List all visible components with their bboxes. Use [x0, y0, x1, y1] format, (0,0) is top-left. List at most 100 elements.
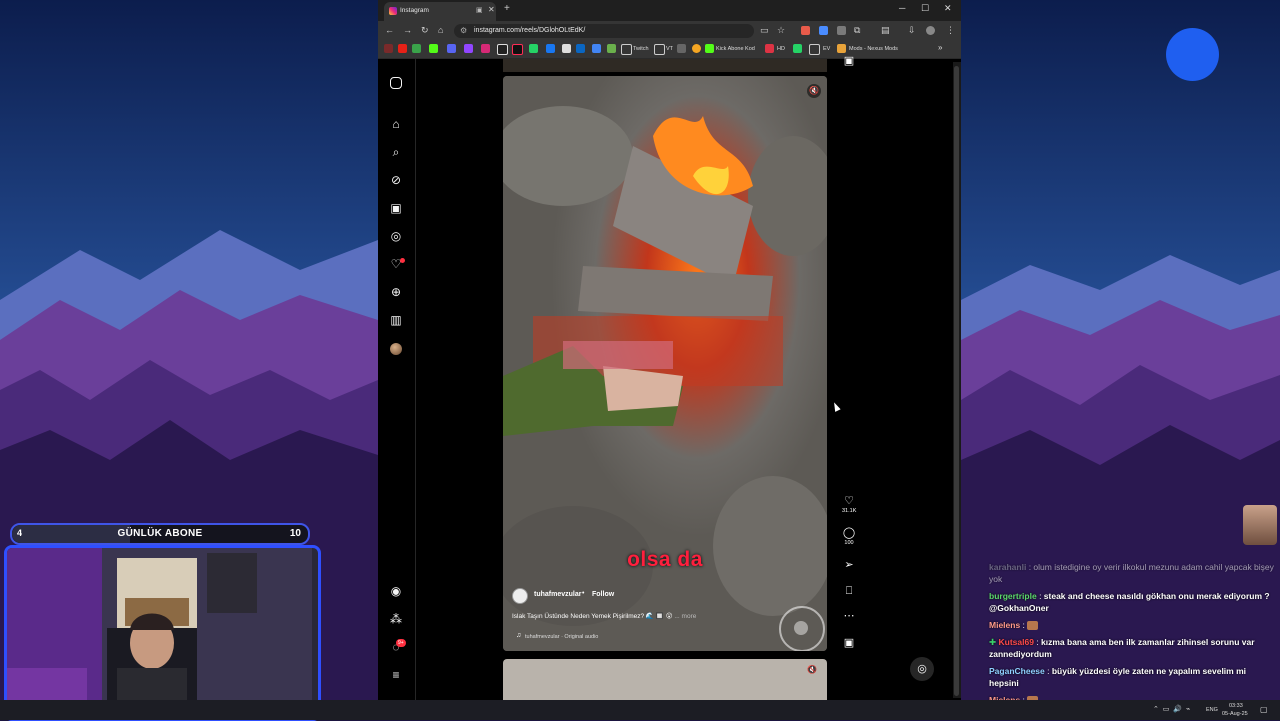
folder-icon[interactable]: [809, 44, 820, 55]
scrollbar-thumb[interactable]: [954, 66, 959, 696]
bookmark-translate-icon[interactable]: [592, 44, 601, 53]
bookmark-twitch[interactable]: Twitch: [633, 46, 649, 52]
mute-toggle-icon[interactable]: 🔇: [807, 84, 821, 98]
bookmark-tiktok-icon[interactable]: [512, 44, 523, 55]
bookmark-twitch-icon[interactable]: [464, 44, 473, 53]
messages-button[interactable]: ◎: [910, 657, 934, 681]
sidebar-toggle-icon[interactable]: ▤: [881, 25, 890, 36]
home-icon[interactable]: ⌂: [438, 25, 443, 35]
mute-toggle-icon[interactable]: 🔇: [807, 665, 817, 674]
extension-3-icon[interactable]: [837, 26, 846, 35]
save-action[interactable]: ⎕: [842, 585, 856, 597]
bookmark-green-icon[interactable]: [412, 44, 421, 53]
bookmark-youtube-icon[interactable]: [398, 44, 407, 53]
site-info-icon[interactable]: ⚙: [460, 26, 467, 35]
bookmark-android-icon[interactable]: [607, 44, 616, 53]
bookmark-kick-icon[interactable]: [429, 44, 438, 53]
reel-video[interactable]: 🔇 olsa da tuhafmevzular • Follow Islak T…: [503, 76, 827, 651]
input-language[interactable]: ENG: [1206, 707, 1218, 713]
also-from-meta-icon[interactable]: ⁂: [389, 612, 403, 626]
bookmarks-overflow-icon[interactable]: »: [938, 43, 942, 52]
comment-icon[interactable]: ◯: [842, 527, 856, 539]
new-tab-button[interactable]: +: [504, 3, 510, 14]
next-reel-preview[interactable]: 🔇: [503, 659, 827, 700]
bookmark-discord-icon[interactable]: [447, 44, 456, 53]
tab-media-icon[interactable]: ▣: [476, 6, 483, 14]
menu-icon[interactable]: ≡: [389, 668, 403, 682]
bookmark-linkedin-icon[interactable]: [576, 44, 585, 53]
close-window-icon[interactable]: ✕: [944, 3, 952, 14]
notification-center-icon[interactable]: ▢: [1260, 705, 1268, 714]
previous-reel-preview[interactable]: [503, 59, 827, 72]
heart-icon[interactable]: ♡: [842, 495, 856, 507]
more-options[interactable]: ⋯: [842, 610, 856, 622]
bookmark-misc-icon[interactable]: [677, 44, 686, 53]
author-username[interactable]: tuhafmevzular: [534, 591, 581, 598]
extensions-puzzle-icon[interactable]: ⧉: [854, 25, 860, 36]
goal-label: GÜNLÜK ABONE: [117, 528, 203, 539]
maximize-icon[interactable]: ☐: [921, 3, 929, 14]
bookmark-x-icon[interactable]: [497, 44, 508, 55]
profile-avatar[interactable]: [390, 343, 402, 355]
clock-time[interactable]: 03:33: [1229, 703, 1243, 709]
extension-1-icon[interactable]: [801, 26, 810, 35]
bookmark-coin-icon[interactable]: [692, 44, 701, 53]
clock-date[interactable]: 05-Aug-25: [1222, 711, 1248, 717]
dashboard-icon[interactable]: ▥: [389, 313, 403, 327]
audio-thumbnail-icon[interactable]: ▣: [842, 55, 856, 67]
instagram-logo-icon[interactable]: [390, 77, 402, 89]
minimize-icon[interactable]: ─: [899, 3, 905, 13]
home-icon[interactable]: ⌂: [389, 117, 403, 131]
comment-action[interactable]: ◯ 100: [842, 527, 856, 546]
more-link[interactable]: ... more: [674, 613, 696, 620]
close-tab-icon[interactable]: ✕: [488, 5, 495, 14]
page-scrollbar[interactable]: [953, 62, 961, 698]
bookmark-nexus-mods[interactable]: Mods - Nexus Mods: [849, 46, 898, 52]
bookmark-vt[interactable]: VT: [666, 46, 673, 52]
forward-icon[interactable]: →: [403, 25, 412, 35]
audio-page-thumbnail[interactable]: ▣: [842, 637, 856, 649]
search-icon[interactable]: ⌕: [389, 145, 403, 159]
bookmark-ev[interactable]: EV: [823, 46, 830, 52]
bookmark-kick-icon[interactable]: [705, 44, 714, 53]
tab-instagram[interactable]: Instagram ▣ ✕: [384, 2, 496, 21]
bookmark-instagram-icon[interactable]: [481, 44, 490, 53]
explore-icon[interactable]: ⊘: [389, 173, 403, 187]
more-dots-icon[interactable]: ⋯: [842, 610, 856, 622]
threads-icon[interactable]: ◉: [389, 584, 403, 598]
system-tray-icons[interactable]: ⌃ ▭ 🔊 ⌁: [1153, 705, 1190, 713]
reels-icon[interactable]: ▣: [389, 201, 403, 215]
share-paper-plane-icon[interactable]: ➢: [842, 559, 856, 571]
create-plus-icon[interactable]: ⊕: [389, 285, 403, 299]
bookmark-icon[interactable]: ⎕: [842, 585, 856, 597]
folder-icon[interactable]: [654, 44, 665, 55]
author-avatar[interactable]: [512, 588, 528, 604]
cast-icon[interactable]: ▭: [760, 25, 769, 36]
chat-message: Mielens :: [989, 619, 1277, 631]
bookmark-star-icon[interactable]: ☆: [777, 25, 785, 36]
address-bar[interactable]: ⚙ instagram.com/reels/DGlohOLtEdK/: [454, 24, 754, 38]
audio-attribution[interactable]: tuhafmevzular · Original audio: [525, 634, 598, 640]
audio-thumbnail-icon[interactable]: ▣: [842, 637, 856, 649]
extension-2-icon[interactable]: [819, 26, 828, 35]
download-icon[interactable]: ⇩: [908, 25, 916, 36]
share-action[interactable]: ➢: [842, 559, 856, 571]
browser-menu-icon[interactable]: ⋮: [946, 25, 955, 36]
windows-taskbar: ⌃ ▭ 🔊 ⌁ ENG 03:33 05-Aug-25 ▢: [0, 700, 1280, 720]
bookmark-hd[interactable]: HD: [777, 46, 785, 52]
bookmark-facebook-icon[interactable]: [546, 44, 555, 53]
bookmark-whatsapp-icon[interactable]: [793, 44, 802, 53]
bookmark-whatsapp-icon[interactable]: [529, 44, 538, 53]
bookmark-page-icon[interactable]: [562, 44, 571, 53]
bookmark-kick-abone-kod[interactable]: Kick Abone Kod: [716, 46, 755, 52]
like-action[interactable]: ♡ 31.1K: [842, 495, 856, 514]
bookmark-nexus-icon[interactable]: [837, 44, 846, 53]
profile-icon[interactable]: [926, 26, 935, 35]
follow-button[interactable]: Follow: [592, 591, 614, 598]
folder-icon[interactable]: [621, 44, 632, 55]
reload-icon[interactable]: ↻: [421, 25, 429, 36]
messenger-icon[interactable]: ◎: [389, 229, 403, 243]
bookmark-app-icon[interactable]: [384, 44, 393, 53]
back-icon[interactable]: ←: [385, 25, 394, 35]
bookmark-hd-icon[interactable]: [765, 44, 774, 53]
